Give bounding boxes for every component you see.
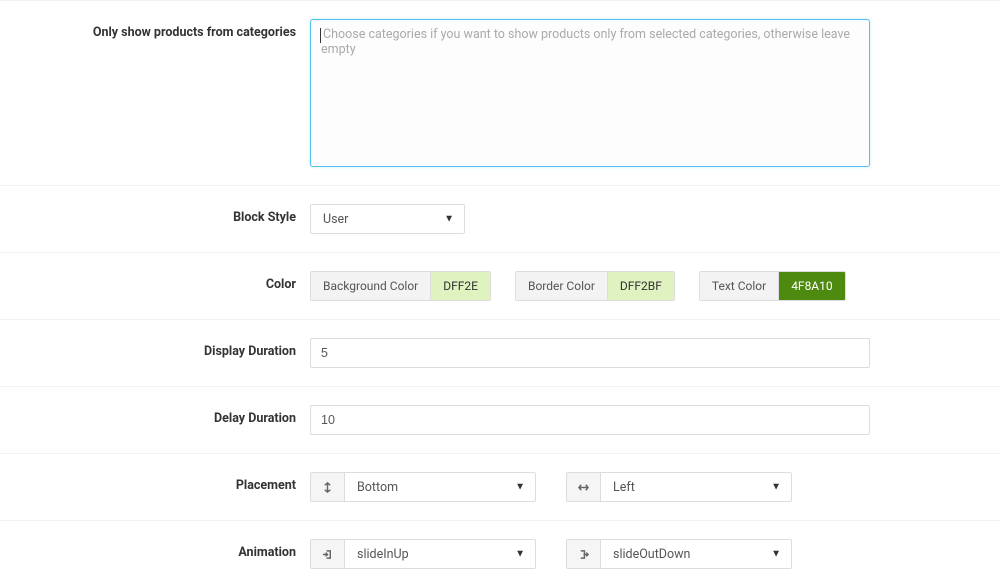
categories-placeholder: Choose categories if you want to show pr… <box>321 27 850 57</box>
label-col: Placement <box>0 472 310 494</box>
categories-label: Only show products from categories <box>0 25 296 41</box>
chevron-down-icon: ▼ <box>771 482 781 493</box>
row-delay-duration: Delay Duration <box>0 387 1000 454</box>
placement-label: Placement <box>0 478 296 494</box>
animation-in-value: slideInUp <box>357 547 409 562</box>
row-placement: Placement Bottom ▼ Left ▼ <box>0 454 1000 521</box>
animation-label: Animation <box>0 545 296 561</box>
field-col <box>310 405 1000 435</box>
row-block-style: Block Style User ▼ <box>0 186 1000 253</box>
arrows-horizontal-icon <box>567 473 601 501</box>
arrows-vertical-icon <box>311 473 345 501</box>
row-categories: Only show products from categories Choos… <box>0 0 1000 186</box>
placement-vertical-select[interactable]: Bottom ▼ <box>310 472 536 502</box>
border-color-picker[interactable]: Border Color DFF2BF <box>515 271 675 301</box>
animation-in-select[interactable]: slideInUp ▼ <box>310 539 536 569</box>
field-col: User ▼ <box>310 204 1000 234</box>
text-color-picker[interactable]: Text Color 4F8A10 <box>699 271 846 301</box>
row-display-duration: Display Duration <box>0 320 1000 387</box>
block-style-label: Block Style <box>0 210 296 226</box>
categories-input[interactable]: Choose categories if you want to show pr… <box>310 19 870 167</box>
delay-duration-label: Delay Duration <box>0 411 296 427</box>
delay-duration-input[interactable] <box>310 405 870 435</box>
border-color-label: Border Color <box>516 272 608 300</box>
label-col: Display Duration <box>0 338 310 360</box>
field-col: Choose categories if you want to show pr… <box>310 19 1000 167</box>
border-color-swatch: DFF2BF <box>608 272 674 300</box>
placement-vertical-value: Bottom <box>357 480 398 495</box>
background-color-picker[interactable]: Background Color DFF2E <box>310 271 491 301</box>
label-col: Color <box>0 271 310 293</box>
block-style-select[interactable]: User ▼ <box>310 204 465 234</box>
display-duration-input[interactable] <box>310 338 870 368</box>
text-cursor <box>320 28 321 43</box>
field-col: Bottom ▼ Left ▼ <box>310 472 1000 502</box>
settings-form: Only show products from categories Choos… <box>0 0 1000 587</box>
field-col: Background Color DFF2E Border Color DFF2… <box>310 271 1000 301</box>
block-style-value: User <box>323 212 348 227</box>
placement-horizontal-select[interactable]: Left ▼ <box>566 472 792 502</box>
chevron-down-icon: ▼ <box>771 549 781 560</box>
label-col: Block Style <box>0 204 310 226</box>
chevron-down-icon: ▼ <box>515 549 525 560</box>
color-label: Color <box>0 277 296 293</box>
sign-out-icon <box>567 540 601 568</box>
animation-out-select[interactable]: slideOutDown ▼ <box>566 539 792 569</box>
row-animation: Animation slideInUp ▼ slideOutDown ▼ <box>0 521 1000 587</box>
chevron-down-icon: ▼ <box>444 214 454 225</box>
display-duration-label: Display Duration <box>0 344 296 360</box>
row-color: Color Background Color DFF2E Border Colo… <box>0 253 1000 320</box>
sign-in-icon <box>311 540 345 568</box>
text-color-label: Text Color <box>700 272 779 300</box>
placement-horizontal-value: Left <box>613 480 635 495</box>
label-col: Animation <box>0 539 310 561</box>
bg-color-swatch: DFF2E <box>431 272 490 300</box>
text-color-swatch: 4F8A10 <box>779 272 844 300</box>
label-col: Only show products from categories <box>0 19 310 41</box>
field-col: slideInUp ▼ slideOutDown ▼ <box>310 539 1000 569</box>
chevron-down-icon: ▼ <box>515 482 525 493</box>
field-col <box>310 338 1000 368</box>
animation-out-value: slideOutDown <box>613 547 690 562</box>
label-col: Delay Duration <box>0 405 310 427</box>
bg-color-label: Background Color <box>311 272 431 300</box>
